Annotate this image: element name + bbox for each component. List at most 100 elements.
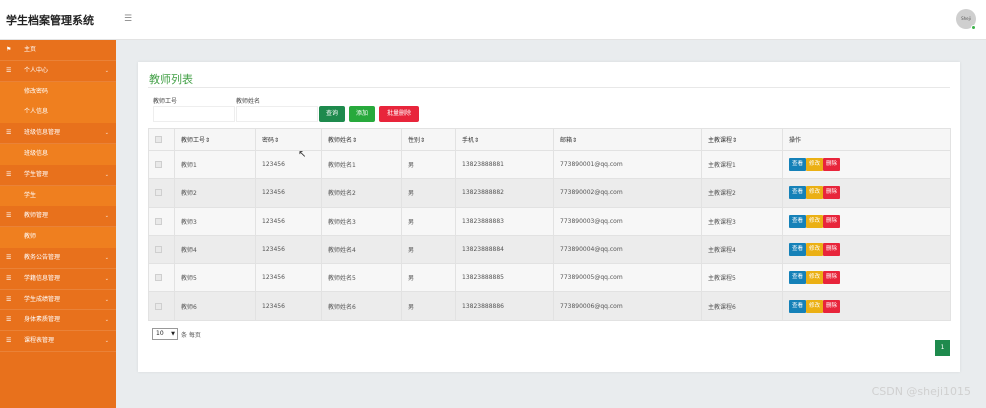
sidebar-subitem-teacher[interactable]: 教师 [0, 227, 116, 248]
pagination-page-1[interactable]: 1 [935, 340, 950, 356]
table-cell: 773890004@qq.com [553, 234, 702, 265]
column-header: 操作 [782, 128, 951, 151]
row-checkbox[interactable] [155, 189, 162, 197]
column-header[interactable]: 教师工号⇕ [174, 128, 256, 151]
edit-button[interactable]: 修改 [806, 214, 824, 228]
row-checkbox[interactable] [155, 302, 162, 310]
view-button[interactable]: 查看 [789, 214, 807, 228]
sidebar-item-notice-management[interactable]: ☰ 教务公告管理 ⌄ [0, 248, 116, 269]
sidebar-subitem-personal-info[interactable]: 个人信息 [0, 102, 116, 124]
sidebar-item-fitness-management[interactable]: ☰ 身体素质管理 ⌄ [0, 310, 116, 332]
sidebar-item-teacher-management[interactable]: ☰ 教师管理 ⌄ [0, 206, 116, 228]
table-row: 教师3 123456 教师姓名3 男 13823888883 773890003… [148, 206, 951, 236]
menu-icon: ☰ [6, 170, 12, 178]
edit-button[interactable]: 修改 [806, 158, 824, 172]
column-header[interactable]: 密码⇕ [255, 128, 322, 151]
table-cell: 男 [401, 206, 456, 236]
chevron-down-icon: ⌄ [104, 67, 109, 74]
view-button[interactable]: 查看 [789, 243, 807, 257]
view-button[interactable]: 查看 [789, 271, 807, 285]
row-actions: 查看 修改 删除 [782, 263, 951, 293]
menu-icon: ☰ [6, 274, 12, 282]
search-button[interactable]: 查询 [319, 106, 345, 122]
row-actions: 查看 修改 删除 [782, 206, 951, 236]
column-header[interactable]: 性别⇕ [401, 128, 456, 151]
sidebar-item-label: 班级信息管理 [24, 129, 61, 137]
delete-button[interactable]: 删除 [823, 158, 841, 172]
table-cell: 13823888882 [455, 178, 554, 208]
sidebar-subitem-change-password[interactable]: 修改密码 [0, 81, 116, 103]
sort-icon: ⇕ [205, 137, 211, 144]
page-title: 教师列表 [149, 73, 193, 86]
teacher-table: 教师工号⇕ 密码⇕ 教师姓名⇕ 性别⇕ 手机⇕ 邮箱⇕ 主教课程⇕ 操作 教师1… [148, 128, 951, 321]
sidebar-item-label: 教务公告管理 [24, 253, 61, 261]
hamburger-icon[interactable]: ☰ [124, 14, 132, 24]
row-checkbox[interactable] [155, 246, 162, 254]
column-header[interactable]: 教师姓名⇕ [321, 128, 402, 151]
teacher-no-input[interactable] [153, 106, 235, 122]
table-cell: 教师姓名5 [321, 263, 402, 293]
row-select-cell[interactable] [148, 206, 175, 236]
row-checkbox[interactable] [155, 217, 162, 225]
table-cell: 教师4 [174, 234, 256, 265]
watermark: CSDN @sheji1015 [871, 385, 971, 398]
chevron-down-icon: ▼ [171, 331, 175, 337]
table-cell: 教师姓名1 [321, 149, 402, 180]
row-select-cell[interactable] [148, 149, 175, 180]
menu-icon: ☰ [6, 253, 12, 261]
table-cell: 123456 [255, 149, 322, 180]
row-select-cell[interactable] [148, 291, 175, 321]
column-header[interactable]: 手机⇕ [455, 128, 554, 151]
sidebar-item-personal-center[interactable]: ☰ 个人中心 ⌄ [0, 61, 116, 82]
sidebar-subitem-class-info[interactable]: 班级信息 [0, 143, 116, 165]
select-all-checkbox[interactable] [155, 136, 162, 143]
sidebar-item-class-management[interactable]: ☰ 班级信息管理 ⌄ [0, 123, 116, 144]
edit-button[interactable]: 修改 [806, 243, 824, 257]
row-select-cell[interactable] [148, 263, 175, 293]
table-cell: 主教课程5 [701, 263, 783, 293]
table-cell: 教师5 [174, 263, 256, 293]
table-row: 教师1 123456 教师姓名1 男 13823888881 773890001… [148, 149, 951, 180]
sidebar-item-grade-management[interactable]: ☰ 学生成绩管理 ⌄ [0, 290, 116, 311]
view-button[interactable]: 查看 [789, 299, 807, 313]
sidebar-item-home[interactable]: ⚑ 主页 [0, 40, 116, 61]
sidebar-item-label: 个人中心 [24, 66, 49, 74]
chevron-down-icon: ⌄ [104, 213, 109, 220]
delete-button[interactable]: 删除 [823, 271, 841, 285]
chevron-down-icon: ⌄ [104, 254, 109, 261]
column-header[interactable]: 邮箱⇕ [553, 128, 702, 151]
teacher-name-input[interactable] [236, 106, 318, 122]
row-checkbox[interactable] [155, 274, 162, 282]
row-select-cell[interactable] [148, 178, 175, 208]
table-cell: 123456 [255, 234, 322, 265]
column-header[interactable]: 主教课程⇕ [701, 128, 783, 151]
sidebar-item-student-management[interactable]: ☰ 学生管理 ⌄ [0, 165, 116, 186]
select-all-cell[interactable] [148, 128, 175, 151]
sidebar-subitem-student[interactable]: 学生 [0, 185, 116, 207]
sidebar-item-timetable-management[interactable]: ☰ 课程表管理 ⌄ [0, 331, 116, 352]
row-actions: 查看 修改 删除 [782, 178, 951, 208]
page-size-select[interactable]: 10 ▼ [152, 328, 178, 340]
table-cell: 13823888886 [455, 291, 554, 321]
table-cell: 773890005@qq.com [553, 263, 702, 293]
sidebar: ⚑ 主页 ☰ 个人中心 ⌄ 修改密码 个人信息 ☰ 班级信息管理 ⌄ 班级信息 … [0, 40, 116, 408]
add-button[interactable]: 添加 [349, 106, 375, 122]
sort-icon: ⇕ [732, 137, 738, 144]
menu-icon: ☰ [6, 212, 12, 220]
row-checkbox[interactable] [155, 161, 162, 169]
flag-icon: ⚑ [6, 46, 12, 53]
edit-button[interactable]: 修改 [806, 299, 824, 313]
delete-button[interactable]: 删除 [823, 299, 841, 313]
view-button[interactable]: 查看 [789, 158, 807, 172]
batch-delete-button[interactable]: 批量删除 [379, 106, 419, 122]
delete-button[interactable]: 删除 [823, 186, 841, 200]
row-select-cell[interactable] [148, 234, 175, 265]
edit-button[interactable]: 修改 [806, 186, 824, 200]
sidebar-item-status-management[interactable]: ☰ 学籍信息管理 ⌄ [0, 269, 116, 290]
edit-button[interactable]: 修改 [806, 271, 824, 285]
sidebar-item-label: 学生成绩管理 [24, 295, 61, 303]
delete-button[interactable]: 删除 [823, 214, 841, 228]
view-button[interactable]: 查看 [789, 186, 807, 200]
table-row: 教师4 123456 教师姓名4 男 13823888884 773890004… [148, 234, 951, 265]
delete-button[interactable]: 删除 [823, 243, 841, 257]
